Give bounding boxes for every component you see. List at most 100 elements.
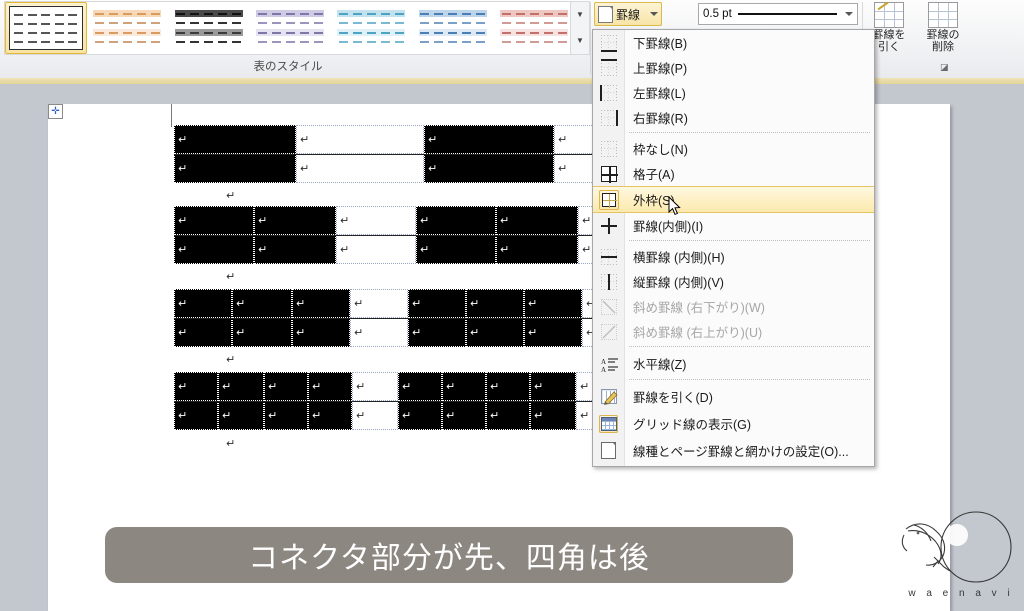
table-cell[interactable]: ↵: [496, 206, 578, 235]
menu-item-inside-borders[interactable]: 罫線(内側)(I): [593, 213, 874, 238]
menu-item-right-border[interactable]: 右罫線(R): [593, 105, 874, 130]
table-cell[interactable]: ↵: [296, 125, 424, 154]
table-cell[interactable]: ↵: [232, 289, 292, 318]
table-cell[interactable]: ↵: [308, 401, 352, 430]
line-weight-value: 0.5 pt: [703, 8, 732, 20]
borders-page-icon: [598, 5, 613, 23]
menu-item-left-border[interactable]: 左罫線(L): [593, 80, 874, 105]
table-cell[interactable]: ↵: [264, 372, 308, 401]
table-cell[interactable]: ↵: [174, 318, 232, 347]
menu-item-borders-and-shading[interactable]: 線種とページ罫線と網かけの設定(O)...: [593, 437, 874, 464]
paragraph-mark: ↵: [470, 326, 480, 339]
line-weight-chevron-down-icon[interactable]: [845, 12, 853, 16]
table-cell[interactable]: ↵: [292, 318, 350, 347]
table-cell[interactable]: ↵: [496, 235, 578, 264]
menu-item-top-border[interactable]: 上罫線(P): [593, 55, 874, 80]
menu-item-horizontal-line[interactable]: AA 水平線(Z): [593, 350, 874, 377]
table-cell[interactable]: ↵: [398, 401, 442, 430]
table-cell[interactable]: ↵: [218, 372, 264, 401]
table-styles-scroll[interactable]: ▼ ▼: [570, 1, 590, 55]
table-cell[interactable]: ↵: [530, 401, 576, 430]
menu-item-label: 格子(A): [633, 168, 675, 182]
paragraph-mark: ↵: [356, 380, 366, 393]
borders-dropdown-arrow[interactable]: [646, 2, 662, 26]
table-cell[interactable]: ↵: [174, 401, 218, 430]
dialog-box-launcher-icon[interactable]: ◪: [940, 62, 952, 74]
table-cell[interactable]: ↵: [416, 206, 496, 235]
paragraph-mark: ↵: [226, 353, 236, 366]
table-cell[interactable]: ↵: [308, 372, 352, 401]
table-cell[interactable]: ↵: [352, 372, 398, 401]
table-cell[interactable]: ↵: [408, 318, 466, 347]
table-cell[interactable]: ↵: [486, 401, 530, 430]
paragraph-mark: ↵: [296, 297, 306, 310]
line-weight-combo[interactable]: 0.5 pt: [698, 3, 858, 25]
table-cell[interactable]: ↵: [254, 206, 336, 235]
paragraph-mark: ↵: [428, 162, 438, 175]
gallery-more-icon[interactable]: ▼: [576, 37, 584, 45]
table-style-light-shading-red[interactable]: [494, 2, 575, 54]
table-cell[interactable]: ↵: [424, 125, 554, 154]
table-cell[interactable]: ↵: [466, 318, 524, 347]
table-cell[interactable]: ↵: [524, 318, 582, 347]
table-cell[interactable]: ↵: [408, 289, 466, 318]
table-cell[interactable]: ↵: [486, 372, 530, 401]
paragraph-mark: ↵: [402, 380, 412, 393]
menu-item-bottom-border[interactable]: 下罫線(B): [593, 30, 874, 55]
menu-item-inside-vertical-border[interactable]: 縦罫線 (内側)(V): [593, 269, 874, 294]
paragraph-mark: ↵: [582, 214, 592, 227]
menu-item-draw-table[interactable]: 罫線を引く(D): [593, 383, 874, 410]
paragraph-mark: ↵: [222, 409, 232, 422]
table-cell[interactable]: ↵: [174, 372, 218, 401]
table-cell[interactable]: ↵: [530, 372, 576, 401]
table-cell[interactable]: ↵: [336, 235, 416, 264]
table-inner-rule: [174, 318, 644, 319]
erase-borders-label-2: 削除: [932, 41, 954, 53]
table-cell[interactable]: ↵: [218, 401, 264, 430]
table-cell[interactable]: ↵: [254, 235, 336, 264]
table-cell[interactable]: ↵: [352, 401, 398, 430]
table-cell[interactable]: ↵: [336, 206, 416, 235]
table-2[interactable]: ↵ ↵ ↵ ↵ ↵ ↵ ↵ ↵ ↵ ↵ ↵ ↵: [174, 206, 644, 264]
table-cell[interactable]: ↵: [442, 401, 486, 430]
table-cell[interactable]: ↵: [174, 154, 296, 183]
table-cell[interactable]: ↵: [232, 318, 292, 347]
paragraph-mark: ↵: [268, 409, 278, 422]
table-cell[interactable]: ↵: [174, 125, 296, 154]
table-cell[interactable]: ↵: [398, 372, 442, 401]
menu-item-no-border[interactable]: 枠なし(N): [593, 136, 874, 161]
border-right-icon: [593, 109, 624, 126]
table-cell[interactable]: ↵: [442, 372, 486, 401]
menu-item-outside-borders[interactable]: 外枠(S): [593, 186, 874, 213]
table-cell[interactable]: ↵: [174, 235, 254, 264]
table-1[interactable]: ↵ ↵ ↵ ↵ ↵ ↵ ↵ ↵: [174, 125, 644, 183]
table-cell[interactable]: ↵: [466, 289, 524, 318]
table-cell[interactable]: ↵: [264, 401, 308, 430]
table-cell[interactable]: ↵: [424, 154, 554, 183]
table-style-light-shading-purple[interactable]: [249, 2, 330, 54]
table-style-light-shading-cyan[interactable]: [331, 2, 412, 54]
table-styles-gallery[interactable]: [4, 1, 576, 55]
table-cell[interactable]: ↵: [174, 289, 232, 318]
table-cell[interactable]: ↵: [350, 318, 408, 347]
table-cell[interactable]: ↵: [296, 154, 424, 183]
menu-item-all-borders[interactable]: 格子(A): [593, 161, 874, 186]
table-cell[interactable]: ↵: [350, 289, 408, 318]
table-style-light-shading-dark[interactable]: [168, 2, 249, 54]
table-style-plain-table-grid[interactable]: [5, 2, 87, 54]
paragraph-mark: ↵: [178, 162, 188, 175]
erase-borders-button[interactable]: 罫線の 削除: [918, 0, 968, 53]
gallery-scroll-down-icon[interactable]: ▼: [576, 11, 584, 19]
menu-item-view-gridlines[interactable]: グリッド線の表示(G): [593, 410, 874, 437]
text-cursor-line: [171, 104, 172, 127]
table-style-light-shading-blue[interactable]: [412, 2, 493, 54]
table-3[interactable]: ↵ ↵ ↵ ↵ ↵ ↵ ↵ ↵ ↵ ↵ ↵ ↵ ↵ ↵ ↵ ↵: [174, 289, 644, 347]
table-cell[interactable]: ↵: [292, 289, 350, 318]
borders-dropdown-menu[interactable]: 下罫線(B) 上罫線(P) 左罫線(L) 右罫線(R) 枠なし(N) 格子(A)…: [592, 29, 875, 467]
menu-item-inside-horizontal-border[interactable]: 横罫線 (内側)(H): [593, 244, 874, 269]
table-style-light-shading-orange[interactable]: [87, 2, 168, 54]
table-move-handle[interactable]: ✛: [48, 104, 63, 119]
table-cell[interactable]: ↵: [174, 206, 254, 235]
table-cell[interactable]: ↵: [524, 289, 582, 318]
table-cell[interactable]: ↵: [416, 235, 496, 264]
